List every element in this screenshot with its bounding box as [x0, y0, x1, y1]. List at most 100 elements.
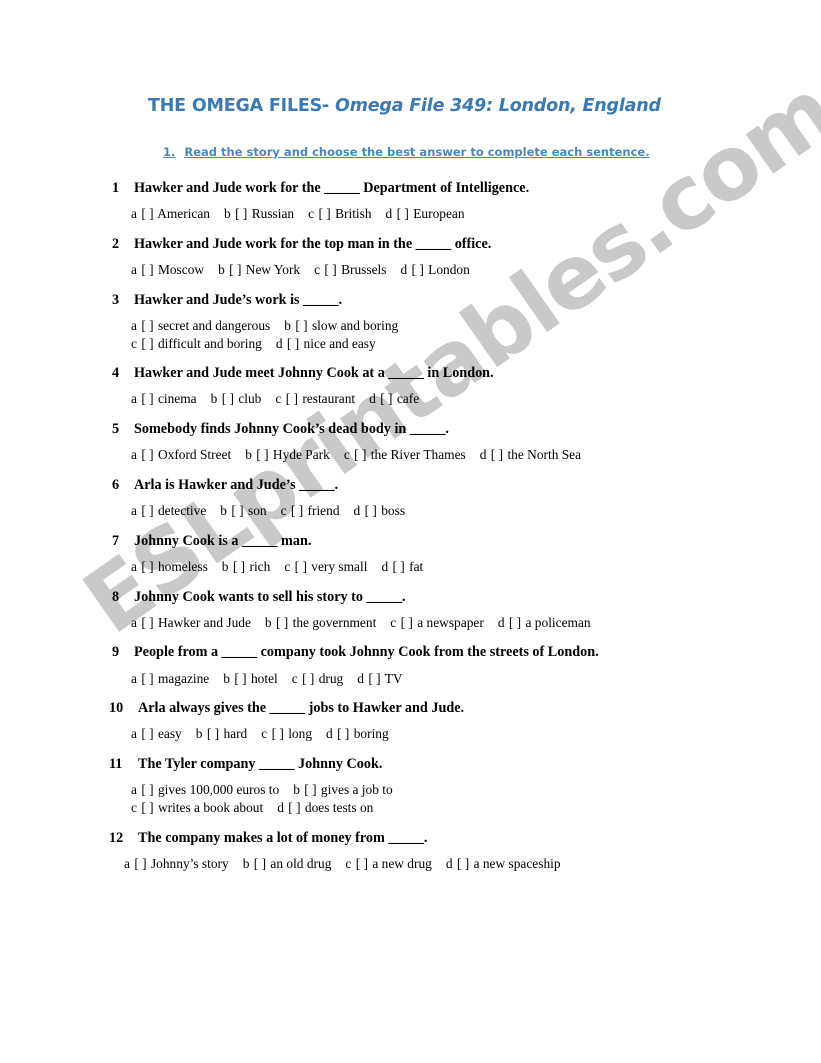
answer-checkbox[interactable]: [ ] — [222, 391, 234, 406]
answer-checkbox[interactable]: [ ] — [318, 206, 330, 221]
answer-checkbox[interactable]: [ ] — [231, 503, 243, 518]
answer-option-d[interactable]: d [ ] fat — [381, 559, 423, 574]
answer-option-a[interactable]: a [ ] magazine — [131, 671, 209, 686]
answer-checkbox[interactable]: [ ] — [304, 782, 316, 797]
answer-option-c[interactable]: c [ ] restaurant — [275, 391, 355, 406]
answer-checkbox[interactable]: [ ] — [354, 447, 366, 462]
answer-option-a[interactable]: a [ ] American — [131, 206, 210, 221]
answer-blank[interactable]: _____ — [242, 533, 277, 549]
answer-checkbox[interactable]: [ ] — [291, 503, 303, 518]
answer-checkbox[interactable]: [ ] — [491, 447, 503, 462]
answer-option-c[interactable]: c [ ] the River Thames — [344, 447, 466, 462]
answer-checkbox[interactable]: [ ] — [276, 615, 288, 630]
answer-checkbox[interactable]: [ ] — [134, 856, 146, 871]
answer-checkbox[interactable]: [ ] — [141, 726, 153, 741]
answer-option-c[interactable]: c [ ] a new drug — [345, 856, 431, 871]
answer-checkbox[interactable]: [ ] — [141, 615, 153, 630]
answer-checkbox[interactable]: [ ] — [141, 800, 153, 815]
answer-checkbox[interactable]: [ ] — [337, 726, 349, 741]
answer-option-a[interactable]: a [ ] secret and dangerous — [131, 318, 270, 333]
answer-checkbox[interactable]: [ ] — [287, 336, 299, 351]
answer-option-d[interactable]: d [ ] boss — [354, 503, 406, 518]
answer-blank[interactable]: _____ — [410, 421, 445, 437]
answer-option-a[interactable]: a [ ] Oxford Street — [131, 447, 231, 462]
answer-option-a[interactable]: a [ ] easy — [131, 726, 182, 741]
answer-checkbox[interactable]: [ ] — [141, 782, 153, 797]
answer-option-d[interactable]: d [ ] cafe — [369, 391, 419, 406]
answer-checkbox[interactable]: [ ] — [324, 262, 336, 277]
answer-option-c[interactable]: c [ ] very small — [284, 559, 367, 574]
answer-blank[interactable]: _____ — [367, 589, 402, 605]
answer-checkbox[interactable]: [ ] — [141, 262, 153, 277]
answer-option-c[interactable]: c [ ] friend — [281, 503, 340, 518]
answer-blank[interactable]: _____ — [222, 644, 257, 660]
answer-checkbox[interactable]: [ ] — [412, 262, 424, 277]
answer-checkbox[interactable]: [ ] — [141, 559, 153, 574]
answer-option-d[interactable]: d [ ] the North Sea — [480, 447, 581, 462]
answer-checkbox[interactable]: [ ] — [356, 856, 368, 871]
answer-checkbox[interactable]: [ ] — [368, 671, 380, 686]
answer-option-a[interactable]: a [ ] homeless — [131, 559, 208, 574]
answer-checkbox[interactable]: [ ] — [141, 336, 153, 351]
answer-checkbox[interactable]: [ ] — [295, 318, 307, 333]
answer-blank[interactable]: _____ — [270, 700, 305, 716]
answer-option-a[interactable]: a [ ] detective — [131, 503, 206, 518]
answer-checkbox[interactable]: [ ] — [365, 503, 377, 518]
answer-option-a[interactable]: a [ ] Moscow — [131, 262, 204, 277]
answer-option-c[interactable]: c [ ] British — [308, 206, 371, 221]
answer-checkbox[interactable]: [ ] — [509, 615, 521, 630]
answer-checkbox[interactable]: [ ] — [141, 318, 153, 333]
answer-option-c[interactable]: c [ ] drug — [292, 671, 344, 686]
answer-option-b[interactable]: b [ ] Russian — [224, 206, 294, 221]
answer-blank[interactable]: _____ — [299, 477, 334, 493]
answer-checkbox[interactable]: [ ] — [207, 726, 219, 741]
answer-blank[interactable]: _____ — [303, 292, 338, 308]
answer-checkbox[interactable]: [ ] — [141, 391, 153, 406]
answer-blank[interactable]: _____ — [259, 756, 294, 772]
answer-checkbox[interactable]: [ ] — [397, 206, 409, 221]
answer-option-d[interactable]: d [ ] nice and easy — [276, 336, 376, 351]
answer-checkbox[interactable]: [ ] — [141, 671, 153, 686]
answer-option-d[interactable]: d [ ] a new spaceship — [446, 856, 561, 871]
answer-option-c[interactable]: c [ ] a newspaper — [390, 615, 484, 630]
answer-checkbox[interactable]: [ ] — [401, 615, 413, 630]
answer-blank[interactable]: _____ — [388, 365, 423, 381]
answer-option-a[interactable]: a [ ] gives 100,000 euros to — [131, 782, 279, 797]
answer-option-b[interactable]: b [ ] Hyde Park — [245, 447, 330, 462]
answer-checkbox[interactable]: [ ] — [256, 447, 268, 462]
answer-option-b[interactable]: b [ ] rich — [222, 559, 271, 574]
answer-option-b[interactable]: b [ ] hard — [196, 726, 248, 741]
answer-option-b[interactable]: b [ ] gives a job to — [293, 782, 392, 797]
answer-checkbox[interactable]: [ ] — [393, 559, 405, 574]
answer-option-b[interactable]: b [ ] slow and boring — [284, 318, 398, 333]
answer-checkbox[interactable]: [ ] — [380, 391, 392, 406]
answer-option-a[interactable]: a [ ] cinema — [131, 391, 197, 406]
answer-blank[interactable]: _____ — [388, 830, 423, 846]
answer-checkbox[interactable]: [ ] — [141, 503, 153, 518]
answer-checkbox[interactable]: [ ] — [272, 726, 284, 741]
answer-checkbox[interactable]: [ ] — [234, 671, 246, 686]
answer-checkbox[interactable]: [ ] — [229, 262, 241, 277]
answer-checkbox[interactable]: [ ] — [233, 559, 245, 574]
answer-option-c[interactable]: c [ ] Brussels — [314, 262, 386, 277]
answer-option-d[interactable]: d [ ] boring — [326, 726, 389, 741]
answer-blank[interactable]: _____ — [324, 180, 359, 196]
answer-option-d[interactable]: d [ ] European — [386, 206, 465, 221]
answer-option-b[interactable]: b [ ] New York — [218, 262, 300, 277]
answer-checkbox[interactable]: [ ] — [457, 856, 469, 871]
answer-checkbox[interactable]: [ ] — [302, 671, 314, 686]
answer-option-b[interactable]: b [ ] hotel — [223, 671, 277, 686]
answer-checkbox[interactable]: [ ] — [235, 206, 247, 221]
answer-option-d[interactable]: d [ ] a policeman — [498, 615, 591, 630]
answer-option-b[interactable]: b [ ] the government — [265, 615, 376, 630]
answer-checkbox[interactable]: [ ] — [141, 447, 153, 462]
answer-option-d[interactable]: d [ ] London — [400, 262, 469, 277]
answer-option-d[interactable]: d [ ] does tests on — [277, 800, 373, 815]
answer-option-b[interactable]: b [ ] club — [211, 391, 262, 406]
answer-checkbox[interactable]: [ ] — [295, 559, 307, 574]
answer-option-a[interactable]: a [ ] Hawker and Jude — [131, 615, 251, 630]
answer-option-b[interactable]: b [ ] an old drug — [243, 856, 332, 871]
answer-option-c[interactable]: c [ ] difficult and boring — [131, 336, 262, 351]
answer-checkbox[interactable]: [ ] — [254, 856, 266, 871]
answer-option-c[interactable]: c [ ] long — [261, 726, 312, 741]
